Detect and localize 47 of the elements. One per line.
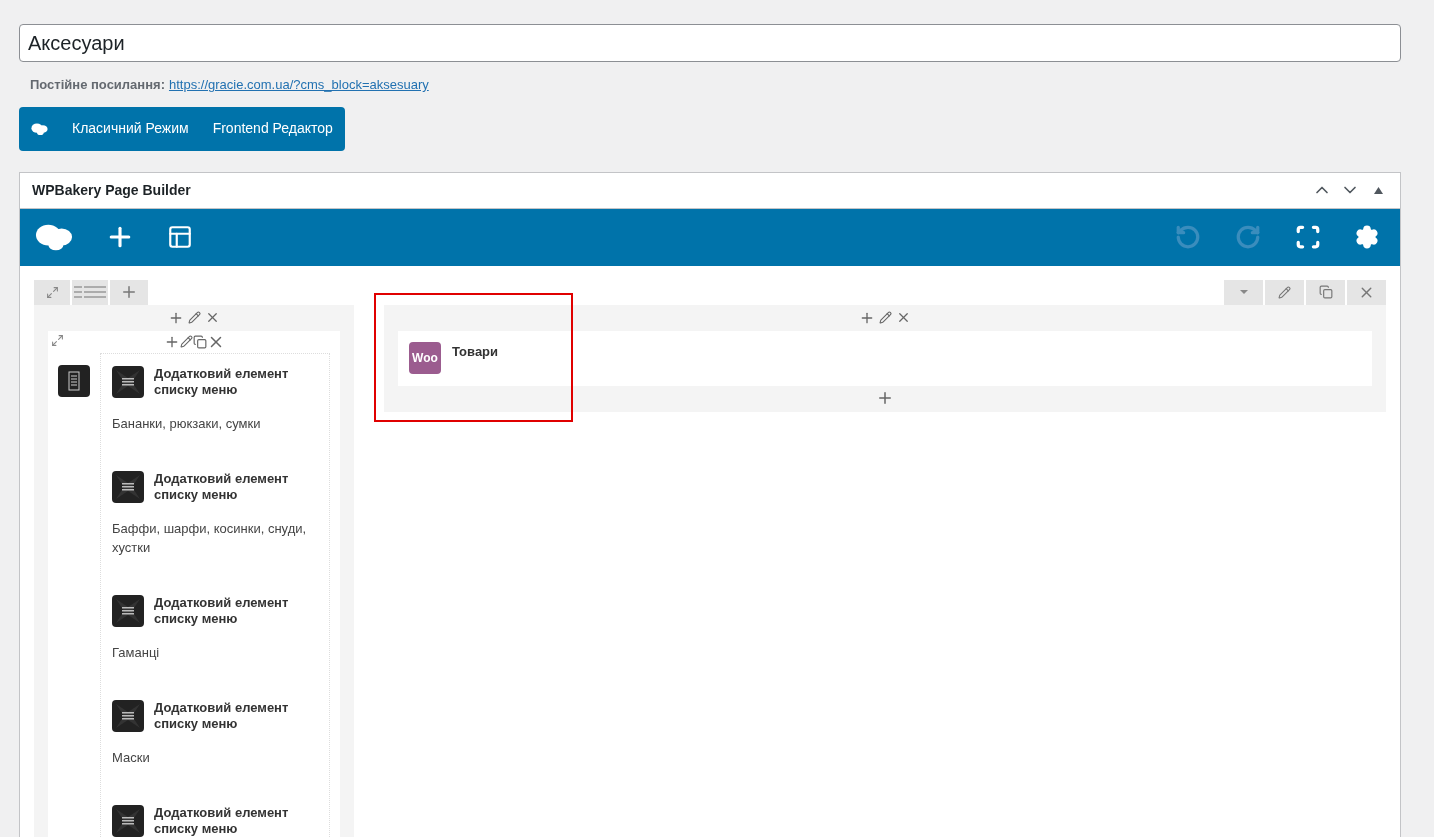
- menu-element-icon: [112, 699, 144, 732]
- menu-element-icon: [112, 365, 144, 398]
- element-title: Додатковий елемент списку меню: [154, 365, 290, 398]
- dashed-lines-icon: [74, 286, 106, 298]
- caret-icon: [1239, 290, 1248, 294]
- editor-mode-button[interactable]: Frontend Редактор: [212, 118, 333, 139]
- copy-icon: [1318, 285, 1333, 299]
- expand-icon: [45, 285, 59, 299]
- clone-row-button[interactable]: [1306, 279, 1345, 305]
- add-column-button[interactable]: [110, 279, 148, 305]
- permalink-link[interactable]: https://gracie.com.ua/?cms_block=aksesuary: [168, 75, 429, 95]
- expand-row-button[interactable]: [34, 279, 70, 305]
- woo-badge-icon: Woo: [409, 341, 441, 374]
- menu-element-icon: [112, 594, 144, 627]
- element-description: Гаманці: [112, 643, 161, 662]
- element-title: Додатковий елемент списку меню: [154, 594, 290, 627]
- close-button[interactable]: [205, 310, 220, 325]
- edit-button[interactable]: [879, 311, 892, 324]
- expand-button[interactable]: [51, 333, 64, 347]
- title-field[interactable]: Аксесуари: [19, 24, 1401, 62]
- menu-element-icon: [112, 804, 144, 837]
- settings-button[interactable]: [1355, 225, 1379, 249]
- fullscreen-button[interactable]: [1295, 224, 1321, 250]
- element-title: Товари: [452, 342, 499, 361]
- edit-button[interactable]: [179, 335, 193, 348]
- copy-button[interactable]: [192, 334, 207, 349]
- edit-row-button[interactable]: [1265, 279, 1304, 305]
- element-description: Баффи, шарфи, косинки, снуди, хустки: [112, 519, 308, 557]
- element-title: Додатковий елемент списку меню: [154, 470, 290, 503]
- element-title: Додатковий елемент списку меню: [154, 699, 290, 732]
- element-description: Бананки, рюкзаки, сумки: [112, 414, 262, 433]
- editor-mode-button[interactable]: Класичний Режим: [72, 118, 189, 139]
- menu-element-icon: [112, 470, 144, 503]
- cloud-logo-icon: [31, 122, 48, 135]
- cloud-logo-icon: [35, 223, 73, 251]
- delete-row-button[interactable]: [1347, 279, 1386, 305]
- panel-title: WPBakery Page Builder: [32, 180, 192, 200]
- triangle-icon: [1373, 186, 1383, 194]
- accordion-icon: [58, 364, 90, 397]
- element-description: Маски: [112, 748, 151, 767]
- plus-icon: [120, 283, 138, 301]
- edit-button[interactable]: [188, 311, 201, 324]
- templates-button[interactable]: [167, 224, 193, 250]
- close-button[interactable]: [896, 310, 911, 325]
- pencil-icon: [1278, 285, 1291, 299]
- element-title: Додатковий елемент списку меню: [154, 804, 290, 837]
- permalink-label: Постійне посилання:: [30, 76, 165, 94]
